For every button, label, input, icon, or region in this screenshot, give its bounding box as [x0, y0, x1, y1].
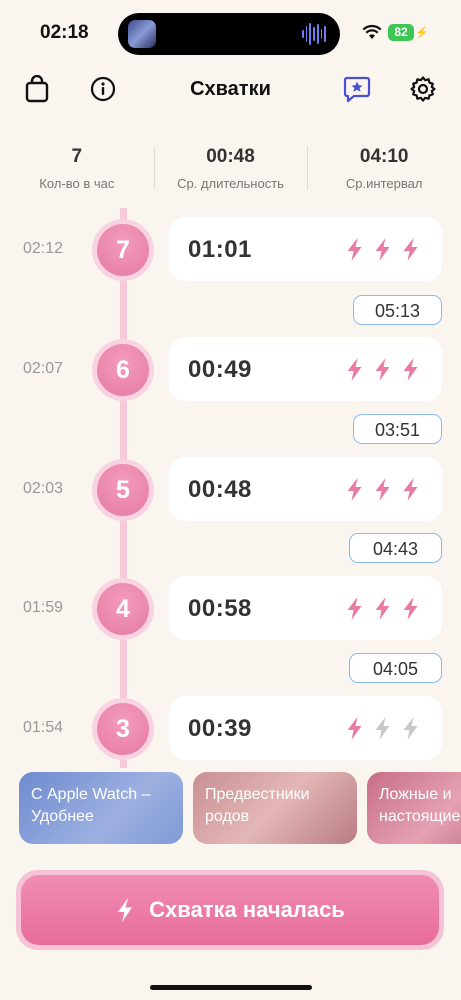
stat-value: 7 — [71, 146, 83, 167]
contraction-number: 6 — [97, 344, 149, 396]
settings-button[interactable] — [406, 72, 440, 106]
stat-label: Кол-во в час — [39, 176, 115, 191]
stats-summary: 7 Кол-во в час 00:48 Ср. длительность 04… — [0, 140, 461, 192]
intensity-bolts — [345, 477, 420, 502]
lightning-inactive-icon — [403, 717, 418, 740]
stat-value: 00:48 — [206, 146, 255, 167]
lightning-active-icon — [347, 717, 362, 740]
interval-badge: 03:51 — [353, 414, 442, 444]
contraction-duration: 00:49 — [188, 356, 252, 383]
contraction-start-time: 01:54 — [23, 719, 64, 736]
nav-header: Схватки — [0, 66, 461, 112]
lightning-active-icon — [375, 597, 390, 620]
interval-badge: 04:43 — [349, 533, 442, 563]
stat-count-per-hour: 7 Кол-во в час — [0, 140, 154, 192]
intensity-bolts — [345, 237, 420, 262]
promo-title: Предвестники родов — [205, 786, 310, 825]
stat-value: 04:10 — [359, 146, 409, 167]
contraction-card[interactable]: 00:39 — [169, 696, 442, 760]
lightning-active-icon — [347, 478, 362, 501]
charging-icon: ⚡ — [415, 27, 429, 39]
status-time: 02:18 — [40, 22, 89, 43]
battery-indicator: 82 — [388, 24, 414, 41]
star-message-icon — [343, 76, 371, 103]
stat-avg-interval: 04:10 Ср.интервал — [307, 140, 461, 192]
start-button-label: Схватка началась — [149, 897, 345, 922]
contraction-row[interactable]: 02:03 5 00:48 — [0, 456, 461, 522]
contraction-number: 4 — [97, 583, 149, 635]
contraction-start-time: 02:12 — [23, 240, 64, 257]
contraction-number-badge: 5 — [92, 459, 154, 521]
contraction-card[interactable]: 01:01 — [169, 217, 442, 281]
lightning-active-icon — [347, 358, 362, 381]
stat-avg-duration: 00:48 Ср. длительность — [153, 140, 308, 192]
promo-title: С Apple Watch – Удобнее — [31, 786, 151, 825]
contraction-row[interactable]: 02:12 7 01:01 — [0, 216, 461, 282]
stat-label: Ср.интервал — [345, 176, 423, 191]
wifi-icon — [362, 24, 382, 39]
contraction-number: 5 — [97, 464, 149, 516]
lightning-active-icon — [375, 358, 390, 381]
promo-card-false-vs-real[interactable]: Ложные и настоящие — [367, 772, 461, 844]
start-button-content: Схватка началась — [21, 875, 439, 945]
contraction-number-badge: 4 — [92, 578, 154, 640]
home-indicator — [150, 985, 312, 990]
lightning-active-icon — [403, 478, 418, 501]
audio-wave-icon — [302, 23, 327, 45]
contraction-number-badge: 6 — [92, 339, 154, 401]
intensity-bolts — [345, 596, 420, 621]
lightning-active-icon — [375, 238, 390, 261]
contraction-start-time: 01:59 — [23, 599, 64, 616]
stat-label: Ср. длительность — [177, 176, 284, 191]
contraction-row[interactable]: 02:07 6 00:49 — [0, 336, 461, 402]
lightning-active-icon — [403, 597, 418, 620]
feedback-button[interactable] — [340, 72, 374, 106]
contraction-card[interactable]: 00:58 — [169, 576, 442, 640]
contraction-duration: 01:01 — [188, 236, 252, 263]
promo-carousel[interactable]: С Apple Watch – Удобнее Предвестники род… — [19, 772, 461, 844]
status-bar: 02:18 82 ⚡ — [0, 0, 461, 70]
lightning-inactive-icon — [375, 717, 390, 740]
interval-badge: 04:05 — [349, 653, 442, 683]
lightning-icon — [118, 898, 133, 922]
contraction-number: 3 — [97, 703, 149, 755]
interval-badge: 05:13 — [353, 295, 442, 325]
contraction-card[interactable]: 00:48 — [169, 457, 442, 521]
contraction-start-time: 02:03 — [23, 480, 64, 497]
start-contraction-button[interactable]: Схватка началась — [16, 870, 444, 950]
page-title: Схватки — [190, 78, 271, 100]
lightning-active-icon — [347, 238, 362, 261]
contraction-row[interactable]: 01:59 4 00:58 — [0, 575, 461, 641]
contraction-number: 7 — [97, 224, 149, 276]
lightning-active-icon — [403, 238, 418, 261]
dynamic-island[interactable] — [118, 13, 340, 55]
promo-card-apple-watch[interactable]: С Apple Watch – Удобнее — [19, 772, 183, 844]
intensity-bolts — [345, 716, 420, 741]
contraction-duration: 00:58 — [188, 595, 252, 622]
promo-card-harbingers[interactable]: Предвестники родов — [193, 772, 357, 844]
lightning-active-icon — [403, 358, 418, 381]
contraction-duration: 00:39 — [188, 715, 252, 742]
lightning-active-icon — [375, 478, 390, 501]
contraction-duration: 00:48 — [188, 476, 252, 503]
contraction-row[interactable]: 01:54 3 00:39 — [0, 695, 461, 761]
lightning-active-icon — [347, 597, 362, 620]
intensity-bolts — [345, 357, 420, 382]
promo-title: Ложные и настоящие — [379, 786, 461, 825]
contraction-start-time: 02:07 — [23, 360, 64, 377]
contraction-card[interactable]: 00:49 — [169, 337, 442, 401]
contraction-number-badge: 7 — [92, 219, 154, 281]
start-button-surface: Схватка началась — [21, 875, 439, 945]
now-playing-artwork — [128, 20, 156, 48]
contraction-number-badge: 3 — [92, 698, 154, 760]
gear-icon — [410, 76, 436, 102]
